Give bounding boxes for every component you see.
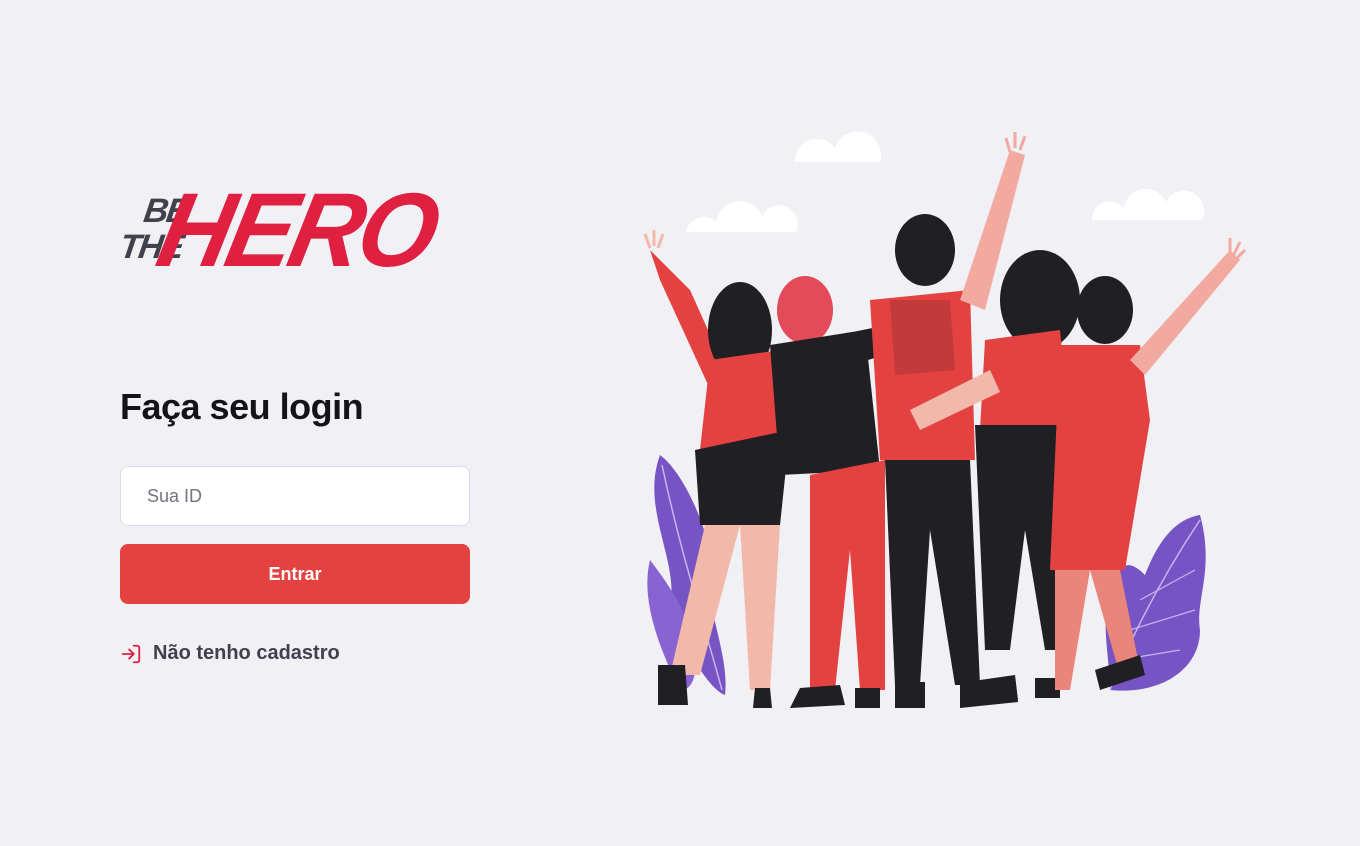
friends-hugging-illustration: [640, 130, 1250, 730]
cloud-icon: [686, 131, 1205, 232]
login-title: Faça seu login: [120, 386, 364, 427]
logo-hero-text: HERO: [148, 171, 447, 290]
register-link-label: Não tenho cadastro: [153, 642, 340, 664]
id-input[interactable]: [120, 466, 470, 526]
register-link[interactable]: Não tenho cadastro: [120, 642, 340, 665]
be-the-hero-logo: BE THE HERO: [117, 172, 446, 290]
enter-button[interactable]: Entrar: [120, 544, 470, 604]
log-in-icon: [120, 643, 142, 665]
